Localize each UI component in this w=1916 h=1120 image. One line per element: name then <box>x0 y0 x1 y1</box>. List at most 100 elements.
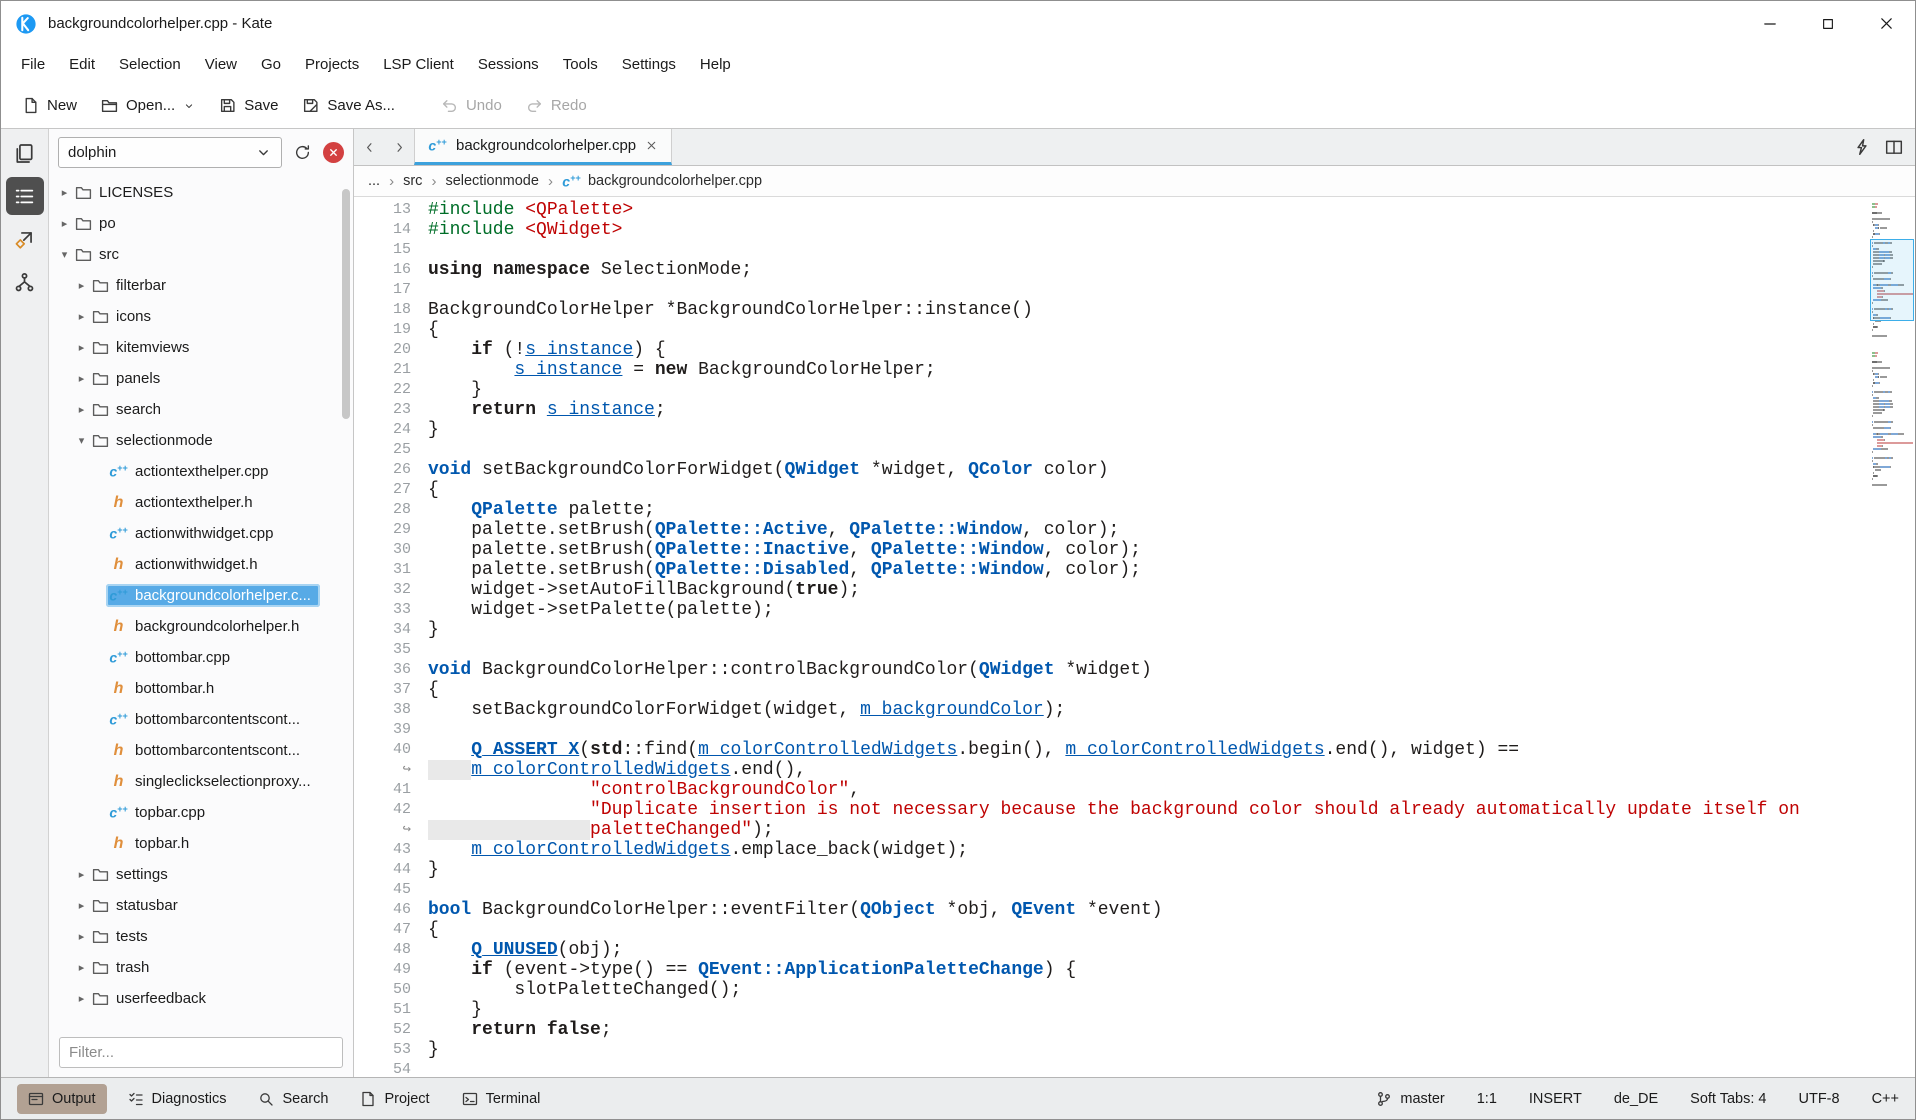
menu-item-lsp-client[interactable]: LSP Client <box>371 50 466 79</box>
quick-actions-lightning-icon[interactable] <box>1853 138 1871 156</box>
menu-item-projects[interactable]: Projects <box>293 50 371 79</box>
tree-item-settings[interactable]: ▸settings <box>49 859 353 890</box>
expand-chevron-icon[interactable]: ▸ <box>74 992 89 1005</box>
redo-button[interactable]: Redo <box>515 89 598 122</box>
save-as-button[interactable]: Save As... <box>291 89 406 122</box>
tree-item-actiontexthelper-cpp[interactable]: c++actiontexthelper.cpp <box>49 456 353 487</box>
minimap[interactable] <box>1869 197 1915 1077</box>
tree-item-bottombar-cpp[interactable]: c++bottombar.cpp <box>49 642 353 673</box>
tree-item-topbar-h[interactable]: htopbar.h <box>49 828 353 859</box>
code-line[interactable]: 53} <box>354 1040 1869 1060</box>
maximize-button[interactable] <box>1799 1 1857 46</box>
tree-item-actionwithwidget-cpp[interactable]: c++actionwithwidget.cpp <box>49 518 353 549</box>
project-selector[interactable]: dolphin <box>58 137 282 168</box>
code-line[interactable]: 15 <box>354 240 1869 260</box>
code-area[interactable]: 13#include <QPalette>14#include <QWidget… <box>354 197 1869 1077</box>
status-input-mode[interactable]: INSERT <box>1529 1091 1582 1107</box>
code-line[interactable]: 17 <box>354 280 1869 300</box>
code-line[interactable]: 52 return false; <box>354 1020 1869 1040</box>
undo-button[interactable]: Undo <box>430 89 513 122</box>
code-line[interactable]: 35 <box>354 640 1869 660</box>
symbols-toolview-button[interactable] <box>6 263 44 301</box>
tab-backgroundcolorhelper-cpp[interactable]: c++ backgroundcolorhelper.cpp <box>414 129 672 165</box>
minimize-button[interactable] <box>1741 1 1799 46</box>
code-line[interactable]: 39 <box>354 720 1869 740</box>
save-button[interactable]: Save <box>208 89 289 122</box>
tree-item-licenses[interactable]: ▸LICENSES <box>49 177 353 208</box>
code-line[interactable]: 23 return s_instance; <box>354 400 1869 420</box>
status-git-branch[interactable]: master <box>1376 1091 1444 1107</box>
tab-prev-button[interactable] <box>354 129 384 165</box>
code-line[interactable]: 18BackgroundColorHelper *BackgroundColor… <box>354 300 1869 320</box>
expand-chevron-icon[interactable]: ▸ <box>74 868 89 881</box>
tree-item-actiontexthelper-h[interactable]: hactiontexthelper.h <box>49 487 353 518</box>
code-line[interactable]: 33 widget->setPalette(palette); <box>354 600 1869 620</box>
code-line[interactable]: 24} <box>354 420 1869 440</box>
tree-item-selectionmode[interactable]: ▾selectionmode <box>49 425 353 456</box>
code-line[interactable]: 36void BackgroundColorHelper::controlBac… <box>354 660 1869 680</box>
breadcrumb-item-backgroundcolorhelper-cpp[interactable]: c++backgroundcolorhelper.cpp <box>562 173 762 189</box>
code-line[interactable]: 47{ <box>354 920 1869 940</box>
collapse-chevron-icon[interactable]: ▾ <box>57 248 72 261</box>
code-line[interactable]: 46bool BackgroundColorHelper::eventFilte… <box>354 900 1869 920</box>
menu-item-sessions[interactable]: Sessions <box>466 50 551 79</box>
code-line[interactable]: 40 Q_ASSERT_X(std::find(m_colorControlle… <box>354 740 1869 760</box>
tree-item-topbar-cpp[interactable]: c++topbar.cpp <box>49 797 353 828</box>
git-toolview-button[interactable] <box>6 220 44 258</box>
code-line[interactable]: 31 palette.setBrush(QPalette::Disabled, … <box>354 560 1869 580</box>
code-line[interactable]: 50 slotPaletteChanged(); <box>354 980 1869 1000</box>
tree-item-bottombarcontentscont[interactable]: hbottombarcontentscont... <box>49 735 353 766</box>
projects-toolview-button[interactable] <box>6 177 44 215</box>
status-tab-mode[interactable]: Soft Tabs: 4 <box>1690 1091 1766 1107</box>
menu-item-help[interactable]: Help <box>688 50 743 79</box>
expand-chevron-icon[interactable]: ▸ <box>57 217 72 230</box>
new-button[interactable]: New <box>11 89 88 122</box>
expand-chevron-icon[interactable]: ▸ <box>74 341 89 354</box>
tree-item-panels[interactable]: ▸panels <box>49 363 353 394</box>
code-line[interactable]: 43 m_colorControlledWidgets.emplace_back… <box>354 840 1869 860</box>
code-line[interactable]: 19{ <box>354 320 1869 340</box>
menu-item-tools[interactable]: Tools <box>551 50 610 79</box>
tab-close-icon[interactable] <box>645 139 658 152</box>
code-line[interactable]: 29 palette.setBrush(QPalette::Active, QP… <box>354 520 1869 540</box>
code-line[interactable]: 45 <box>354 880 1869 900</box>
code-line[interactable]: 32 widget->setAutoFillBackground(true); <box>354 580 1869 600</box>
tree-item-backgroundcolorhelper-c[interactable]: c++backgroundcolorhelper.c... <box>49 580 353 611</box>
tree-item-tests[interactable]: ▸tests <box>49 921 353 952</box>
statusbar-terminal-button[interactable]: Terminal <box>451 1084 552 1114</box>
tree-item-po[interactable]: ▸po <box>49 208 353 239</box>
statusbar-diagnostics-button[interactable]: Diagnostics <box>117 1084 238 1114</box>
project-filter-input[interactable] <box>59 1037 343 1068</box>
statusbar-search-button[interactable]: Search <box>247 1084 339 1114</box>
code-line[interactable]: 27{ <box>354 480 1869 500</box>
menu-item-edit[interactable]: Edit <box>57 50 107 79</box>
expand-chevron-icon[interactable]: ▸ <box>57 186 72 199</box>
tree-item-kitemviews[interactable]: ▸kitemviews <box>49 332 353 363</box>
menu-item-selection[interactable]: Selection <box>107 50 193 79</box>
status-encoding[interactable]: UTF-8 <box>1798 1091 1839 1107</box>
statusbar-project-button[interactable]: Project <box>349 1084 440 1114</box>
expand-chevron-icon[interactable]: ▸ <box>74 930 89 943</box>
code-line[interactable]: 51 } <box>354 1000 1869 1020</box>
status-highlight-mode[interactable]: C++ <box>1872 1091 1899 1107</box>
expand-chevron-icon[interactable]: ▸ <box>74 961 89 974</box>
code-line[interactable]: 37{ <box>354 680 1869 700</box>
code-line[interactable]: 20 if (!s_instance) { <box>354 340 1869 360</box>
code-line[interactable]: 41 "controlBackgroundColor", <box>354 780 1869 800</box>
menu-item-settings[interactable]: Settings <box>610 50 688 79</box>
code-line[interactable]: 44} <box>354 860 1869 880</box>
code-line[interactable]: ↪ m_colorControlledWidgets.end(), <box>354 760 1869 780</box>
minimap-viewport[interactable] <box>1870 239 1914 321</box>
expand-chevron-icon[interactable]: ▸ <box>74 279 89 292</box>
tree-item-statusbar[interactable]: ▸statusbar <box>49 890 353 921</box>
status-dictionary[interactable]: de_DE <box>1614 1091 1658 1107</box>
expand-chevron-icon[interactable]: ▸ <box>74 310 89 323</box>
tree-item-actionwithwidget-h[interactable]: hactionwithwidget.h <box>49 549 353 580</box>
project-refresh-button[interactable] <box>289 139 316 166</box>
tree-item-src[interactable]: ▾src <box>49 239 353 270</box>
code-line[interactable]: 34} <box>354 620 1869 640</box>
code-line[interactable]: ↪ paletteChanged"); <box>354 820 1869 840</box>
code-line[interactable]: 42 "Duplicate insertion is not necessary… <box>354 800 1869 820</box>
expand-chevron-icon[interactable]: ▸ <box>74 403 89 416</box>
status-cursor-position[interactable]: 1:1 <box>1477 1091 1497 1107</box>
